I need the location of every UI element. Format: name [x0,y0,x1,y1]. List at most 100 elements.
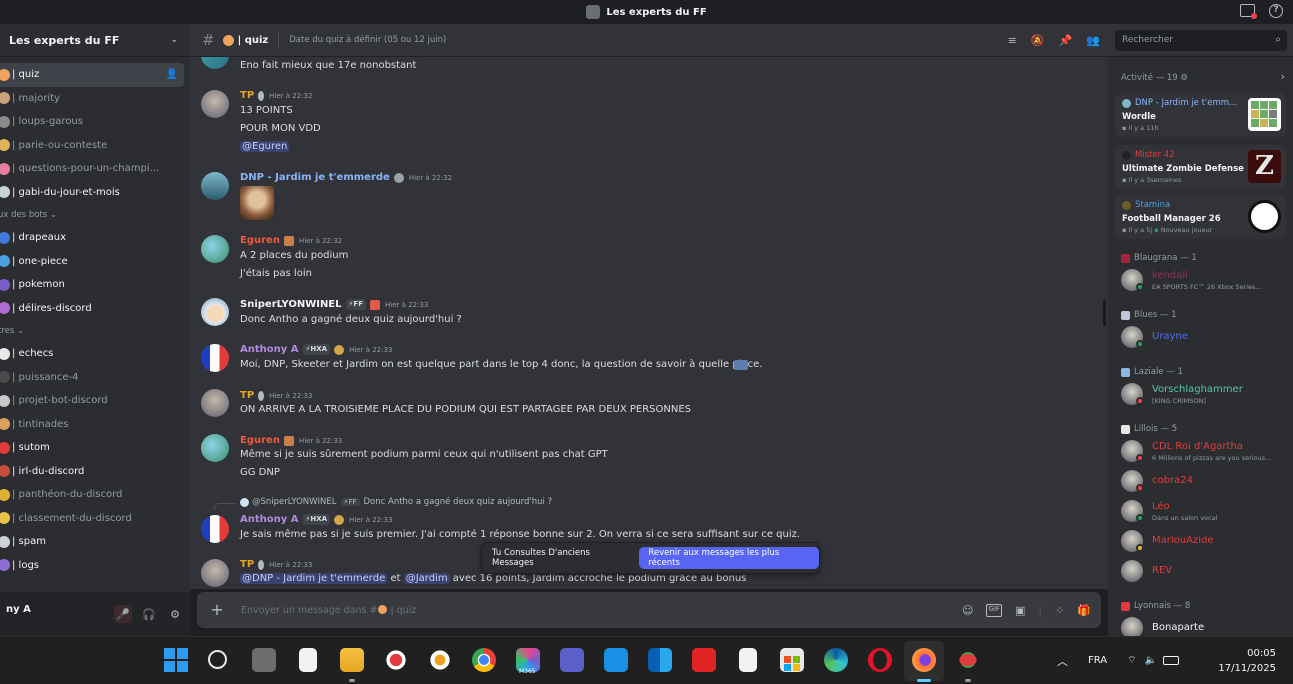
hp-app-icon[interactable] [604,648,628,672]
file-explorer-icon[interactable] [340,648,364,672]
outlook-icon[interactable] [648,648,672,672]
channel-item[interactable]: | puissance-4 [0,366,184,390]
screen-share-icon[interactable] [1240,4,1257,19]
add-attachment-icon[interactable]: + [207,600,227,620]
vpn-icon[interactable] [428,648,452,672]
discord-app-icon[interactable] [956,648,980,672]
tlc-app-icon[interactable] [692,648,716,672]
channel-item[interactable]: | one-piece [0,250,184,274]
channel-category[interactable]: ux des bots ⌄ [0,204,190,226]
user-name[interactable]: ny A [6,604,106,615]
activity-card[interactable]: DNP - Jardim je t'emm... Wordle ▪ Il y a… [1115,93,1286,137]
help-icon[interactable]: ? [1269,4,1283,18]
activity-card[interactable]: Stamina Football Manager 26 ▪ Il y a 5j … [1115,195,1286,239]
edge-icon[interactable] [824,648,848,672]
jump-to-present-button[interactable]: Revenir aux messages les plus récents [639,547,819,569]
member-item[interactable]: kendall EA SPORTS FC™ 26 Xbox Series... [1121,267,1291,293]
sticker-image[interactable] [240,186,274,220]
member-item[interactable]: cobra24 [1121,468,1291,494]
avatar[interactable] [201,235,229,263]
guild-tag-badge[interactable]: ⚡FF [345,299,366,310]
threads-icon[interactable]: ≡ [1008,34,1017,47]
battery-icon[interactable] [1163,656,1179,665]
message-author[interactable]: SniperLYONWINEL [240,299,342,310]
search-icon[interactable] [208,650,227,669]
record-icon[interactable] [384,648,408,672]
avatar[interactable] [201,389,229,417]
message-author[interactable]: TP [240,559,254,570]
headphones-icon[interactable]: 🎧 [140,605,158,623]
message-author[interactable]: DNP - Jardim je t'emmerde [240,172,390,183]
channel-item[interactable]: | délires-discord [0,297,184,321]
document-icon[interactable] [739,648,757,672]
guild-tag-badge[interactable]: ⚡HXA [302,514,331,525]
member-item[interactable]: Léo Dans un salon vocal [1121,498,1291,524]
avatar[interactable] [201,172,229,200]
gear-icon[interactable]: ⚙ [166,605,184,623]
avatar[interactable] [201,559,229,587]
chevron-up-icon[interactable]: ︿ [1057,653,1068,669]
member-item[interactable]: REV [1121,558,1291,584]
avatar[interactable] [201,434,229,462]
member-item[interactable]: Vorschlaghammer [KING CRIMSON] [1121,381,1291,407]
clock[interactable]: 00:05 17/11/2025 [1218,646,1276,676]
gear-icon[interactable]: ⚙ [1180,73,1188,83]
server-header[interactable]: Les experts du FF ⌄ [0,24,190,57]
guild-tag-badge[interactable]: ⚡HXA [302,344,331,355]
message-scrollbar[interactable] [1103,300,1106,326]
channel-item[interactable]: | classement-du-discord [0,507,184,531]
chrome-icon[interactable] [472,648,496,672]
message-author[interactable]: Eguren [240,235,280,246]
avatar[interactable] [201,515,229,543]
microphone-muted-icon[interactable]: 🎤 [114,605,132,623]
avatar[interactable] [201,344,229,372]
message-author[interactable]: Anthony A [240,344,299,355]
channel-category[interactable]: tres ⌄ [0,320,190,342]
user-mention[interactable]: @DNP - Jardim je t'emmerde [240,573,388,584]
chevron-right-icon[interactable]: › [1281,70,1285,83]
gif-icon[interactable]: GIF [986,603,1002,617]
invite-user-icon[interactable]: 👤 [166,69,178,80]
firefox-icon[interactable] [912,648,936,672]
channel-item[interactable]: | tintinades [0,413,184,437]
language-indicator[interactable]: FRA [1088,655,1107,666]
reply-preview[interactable]: @SniperLYONWINEL ⚡FF Donc Antho a gagné … [240,497,552,507]
pin-icon[interactable]: 📌 [1059,34,1073,47]
channel-item[interactable]: | logs [0,554,184,578]
apps-icon[interactable]: ⁘ [1055,604,1064,617]
activity-card[interactable]: Mister 42 Ultimate Zombie Defense ▪ Il y… [1115,145,1286,189]
user-mention[interactable]: @Eguren [240,141,290,152]
channel-item[interactable]: | irl-du-discord [0,460,184,484]
teams-icon[interactable] [560,648,584,672]
avatar[interactable] [201,298,229,326]
channel-item[interactable]: | pokemon [0,273,184,297]
channel-item[interactable]: | echecs [0,342,184,366]
gift-icon[interactable]: 🎁 [1077,604,1091,617]
message-composer[interactable]: + Envoyer un message dans # | quiz ☺ GIF … [197,592,1101,628]
member-item[interactable]: MarlouAzide [1121,528,1291,554]
opera-icon[interactable] [868,648,892,672]
volume-icon[interactable]: 🔈 [1145,655,1157,666]
task-view-icon[interactable] [252,648,276,672]
sticker-icon[interactable]: ▣ [1015,604,1025,617]
channel-item[interactable]: | spam [0,530,184,554]
message-author[interactable]: Eguren [240,435,280,446]
avatar[interactable] [201,57,229,69]
channel-item[interactable]: | questions-pour-un-champi... [0,157,184,181]
search-input[interactable]: Rechercher ⌕ [1115,30,1287,51]
channel-item[interactable]: | panthéon-du-discord [0,483,184,507]
channel-item[interactable]: | sutom [0,436,184,460]
notification-bell-muted-icon[interactable]: 🔕 [1031,34,1045,47]
user-mention[interactable]: @Jardim [403,573,450,584]
wifi-icon[interactable]: ⌔ [1127,654,1136,667]
channel-topic[interactable]: Date du quiz à définir (05 ou 12 juin) [289,35,446,45]
member-item[interactable]: Urayne [1121,324,1291,350]
members-list-icon[interactable]: 👥 [1086,34,1100,47]
message-author[interactable]: TP [240,90,254,101]
channel-item[interactable]: | majority [0,87,184,111]
channel-item[interactable]: | drapeaux [0,226,184,250]
channel-item[interactable]: | projet-bot-discord [0,389,184,413]
file-icon[interactable] [299,648,317,672]
avatar[interactable] [201,90,229,118]
channel-item[interactable]: | quiz 👤 [0,63,184,87]
